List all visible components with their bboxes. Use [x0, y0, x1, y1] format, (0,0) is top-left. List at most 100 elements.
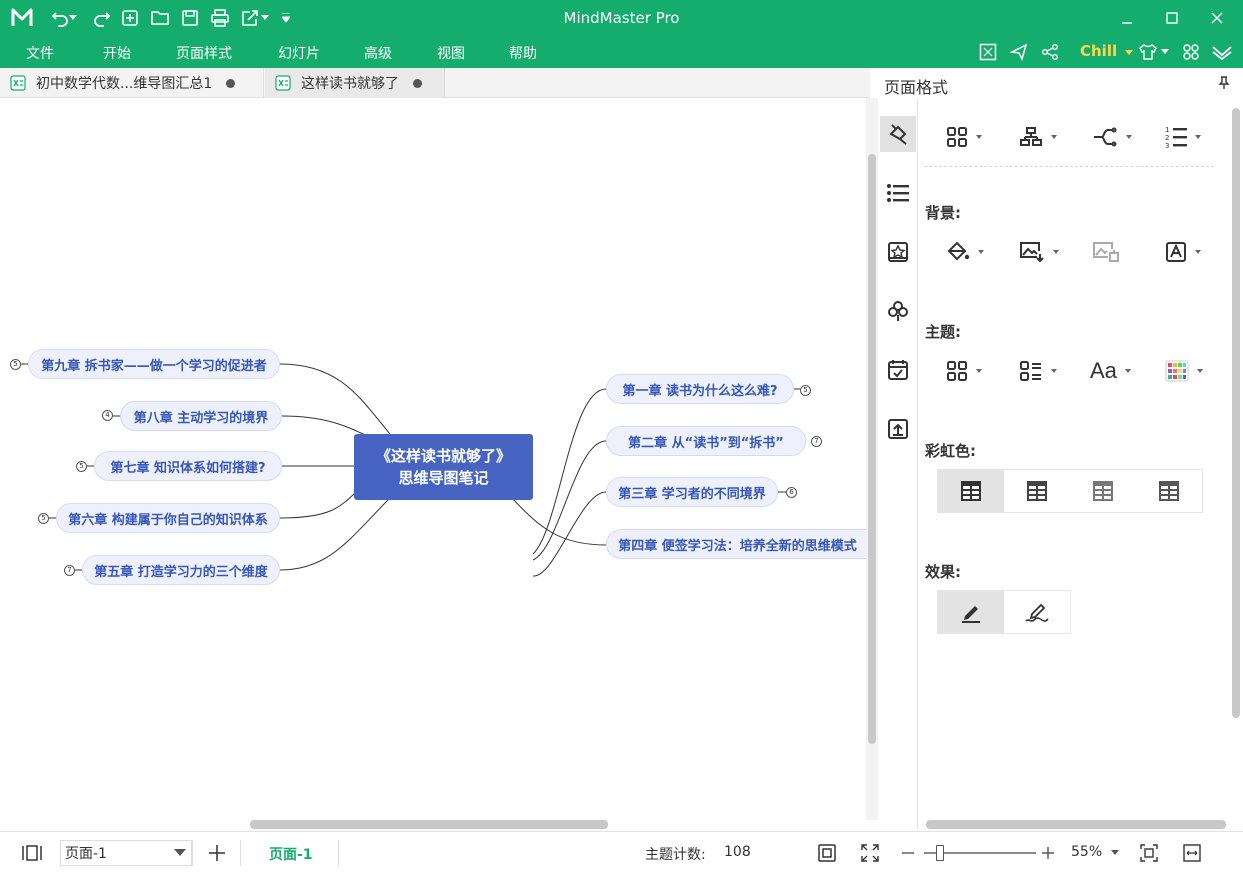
rainbow-option-3[interactable] — [1070, 470, 1136, 512]
minimize-button[interactable] — [1112, 4, 1142, 32]
menu-file[interactable]: 文件 — [26, 43, 54, 63]
fit-page-icon[interactable] — [815, 841, 839, 865]
document-tab-2[interactable]: 这样读书就够了 — [265, 68, 445, 98]
mindmap-canvas[interactable]: 《这样读书就够了》 思维导图笔记 第一章 读书为什么这么难? 5 第二章 从“读… — [0, 98, 866, 820]
document-tab-1[interactable]: 初中数学代数...维导图汇总1 — [0, 68, 264, 98]
menu-page-style[interactable]: 页面样式 — [176, 43, 232, 63]
outline-tab[interactable] — [880, 175, 916, 211]
structure-button[interactable] — [1019, 120, 1079, 154]
tasks-tab[interactable] — [880, 352, 916, 388]
scrollbar-thumb[interactable] — [926, 820, 1226, 829]
numbering-button[interactable]: 123 — [1165, 120, 1225, 154]
zoom-level[interactable]: 55% — [1071, 844, 1102, 860]
topic-chapter-6[interactable]: 第六章 构建属于你自己的知识体系 — [56, 503, 280, 533]
menu-view[interactable]: 视图 — [437, 43, 465, 63]
apps-icon[interactable] — [1179, 40, 1203, 64]
unsaved-dot-icon[interactable] — [413, 78, 422, 88]
collapse-ribbon-icon[interactable] — [1209, 40, 1235, 64]
new-icon[interactable] — [118, 6, 142, 30]
scrollbar-thumb[interactable] — [868, 154, 876, 744]
menu-advanced[interactable]: 高级 — [364, 43, 392, 63]
page-tab-active[interactable]: 页面-1 — [269, 844, 313, 864]
export-tab[interactable] — [880, 411, 916, 447]
zoom-slider-thumb[interactable] — [936, 845, 944, 861]
scrollbar-thumb[interactable] — [250, 820, 608, 829]
theme-variant-button[interactable] — [1019, 354, 1079, 388]
connector-line — [279, 363, 391, 435]
send-icon[interactable] — [1007, 40, 1031, 64]
zoom-in-icon[interactable] — [1036, 841, 1060, 865]
save-icon[interactable] — [178, 6, 202, 30]
background-image-button[interactable] — [1019, 235, 1079, 269]
theme-font-button[interactable]: Aa — [1090, 354, 1150, 388]
canvas-horizontal-scrollbar[interactable] — [0, 818, 866, 830]
logo-icon[interactable] — [10, 6, 34, 30]
panel-vertical-scrollbar[interactable] — [1230, 98, 1243, 820]
maximize-button[interactable] — [1157, 4, 1187, 32]
share-icon[interactable] — [1038, 40, 1062, 64]
rainbow-option-4[interactable] — [1136, 470, 1202, 512]
zoom-slider[interactable] — [924, 845, 1036, 861]
collapse-badge[interactable]: 5 — [800, 385, 811, 396]
topic-chapter-7[interactable]: 第七章 知识体系如何搭建? — [94, 451, 282, 481]
export-dropdown-icon[interactable] — [258, 6, 272, 30]
close-button[interactable] — [1202, 4, 1232, 32]
watermark-button[interactable] — [1165, 235, 1225, 269]
rainbow-option-2[interactable] — [1004, 470, 1070, 512]
zoom-dropdown-icon[interactable] — [1106, 841, 1124, 865]
collapse-badge[interactable]: 7 — [811, 436, 822, 447]
topic-chapter-2[interactable]: 第二章 从“读书”到“拆书” — [606, 426, 806, 456]
topic-chapter-5[interactable]: 第五章 打造学习力的三个维度 — [82, 555, 280, 585]
undo-dropdown-icon[interactable] — [66, 6, 80, 30]
collapse-badge[interactable]: 7 — [64, 565, 75, 576]
pin-icon[interactable] — [1218, 76, 1230, 94]
print-icon[interactable] — [208, 6, 232, 30]
full-screen-icon[interactable] — [858, 841, 882, 865]
fit-window-icon[interactable] — [1137, 841, 1161, 865]
zoom-out-icon[interactable] — [896, 841, 920, 865]
topic-chapter-4[interactable]: 第四章 便签学习法：培养全新的思维模式 — [606, 529, 866, 559]
topic-chapter-1[interactable]: 第一章 读书为什么这么难? — [606, 374, 794, 404]
topic-chapter-3[interactable]: 第三章 学习者的不同境界 — [606, 477, 778, 507]
more-icon[interactable] — [278, 6, 294, 30]
skin-dropdown-icon[interactable] — [1158, 40, 1172, 64]
theme-style-button[interactable] — [946, 354, 1006, 388]
unsaved-dot-icon[interactable] — [226, 78, 236, 88]
menu-home[interactable]: 开始 — [103, 43, 131, 63]
canvas-vertical-scrollbar[interactable] — [866, 98, 878, 820]
collapse-badge[interactable]: 5 — [76, 461, 87, 472]
connector-style-button[interactable] — [1092, 120, 1152, 154]
remove-background-button[interactable] — [1092, 235, 1152, 269]
scrollbar-thumb[interactable] — [1232, 108, 1240, 718]
effect-option-normal[interactable] — [938, 591, 1004, 633]
add-page-icon[interactable] — [205, 841, 229, 865]
tshirt-icon[interactable] — [1136, 40, 1160, 64]
topic-chapter-8[interactable]: 第八章 主动学习的境界 — [120, 401, 282, 431]
open-icon[interactable] — [148, 6, 172, 30]
collapse-badge[interactable]: 6 — [786, 487, 797, 498]
page-format-tab[interactable] — [880, 116, 916, 152]
redo-icon[interactable] — [90, 6, 114, 30]
collapse-badge[interactable]: 4 — [102, 410, 113, 421]
theme-color-button[interactable] — [1165, 354, 1225, 388]
menu-help[interactable]: 帮助 — [509, 43, 537, 63]
page-panel-toggle-icon[interactable] — [20, 841, 44, 865]
watermark-icon — [1166, 242, 1186, 262]
fit-width-icon[interactable] — [1180, 841, 1204, 865]
clipart-tab[interactable] — [880, 234, 916, 270]
layout-button[interactable] — [946, 120, 1006, 154]
collapse-badge[interactable]: 5 — [38, 513, 49, 524]
table-icon — [1093, 481, 1113, 501]
menu-slides[interactable]: 幻灯片 — [278, 43, 320, 63]
topic-chapter-9[interactable]: 第九章 拆书家——做一个学习的促进者 — [28, 349, 280, 379]
collapse-badge[interactable]: 5 — [10, 359, 21, 370]
panel-horizontal-scrollbar[interactable] — [918, 818, 1230, 830]
icons-tab[interactable] — [880, 293, 916, 329]
theme-selector[interactable]: Chill — [1080, 42, 1134, 60]
background-fill-button[interactable] — [946, 235, 1006, 269]
rainbow-option-none[interactable] — [938, 470, 1004, 512]
effect-option-handdrawn[interactable] — [1004, 591, 1070, 633]
central-topic[interactable]: 《这样读书就够了》 思维导图笔记 — [354, 434, 533, 500]
fullscreen-icon[interactable] — [976, 40, 1000, 64]
page-select[interactable]: 页面-1 — [60, 840, 192, 866]
